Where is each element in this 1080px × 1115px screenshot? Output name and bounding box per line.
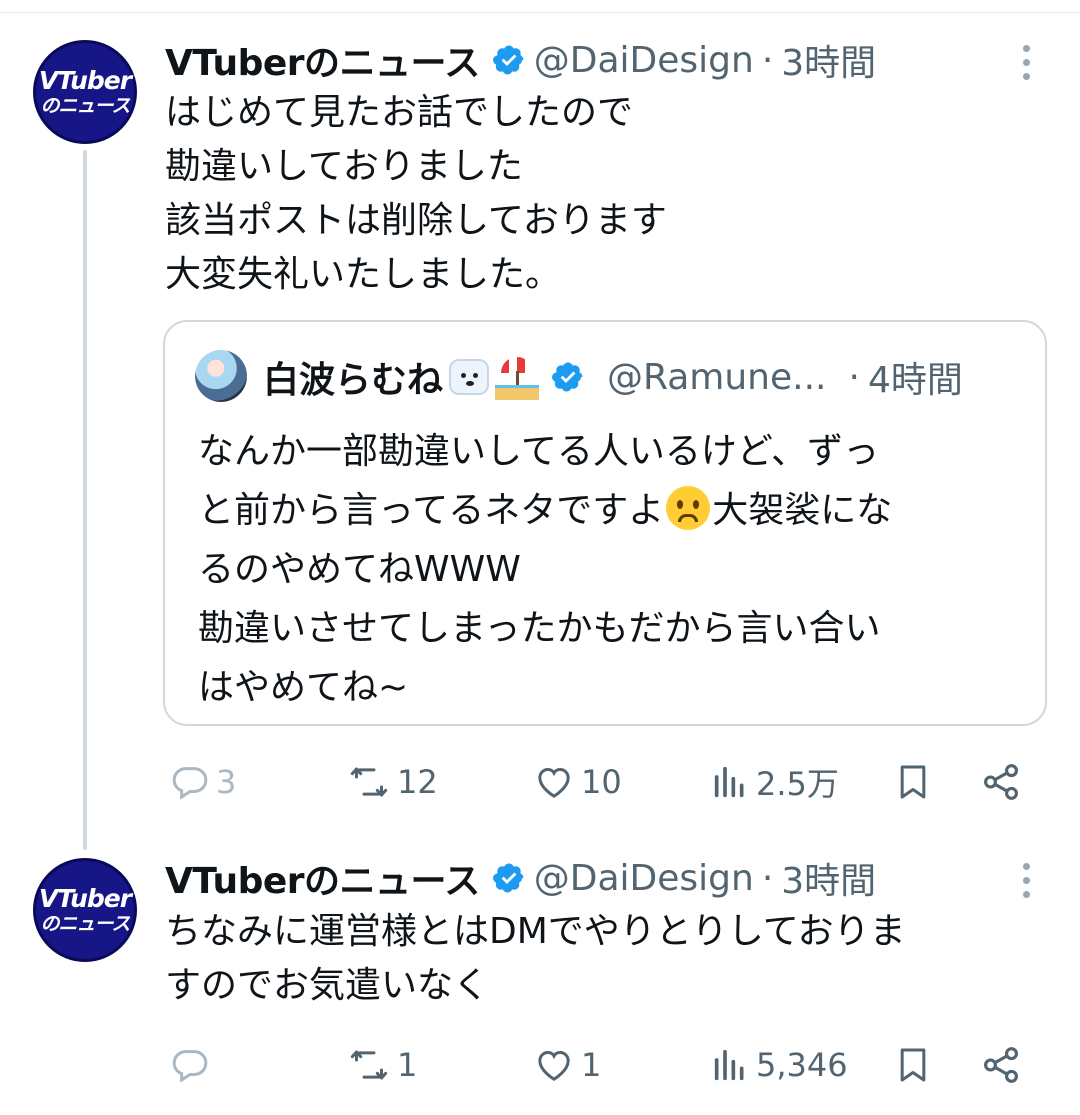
bookmark-icon bbox=[900, 1048, 926, 1082]
views-button[interactable]: 2.5万 bbox=[710, 754, 839, 810]
beach-umbrella-emoji-icon bbox=[495, 355, 540, 400]
avatar-text-line1: VTuber bbox=[38, 884, 132, 913]
heart-icon bbox=[538, 767, 570, 798]
repost-icon bbox=[350, 1050, 388, 1080]
verified-badge-icon bbox=[492, 45, 524, 75]
quoted-text-segment: と前から言ってるネタですよ bbox=[198, 490, 665, 531]
avatar-text-line1: VTuber bbox=[38, 66, 132, 95]
repost-button[interactable]: 1 bbox=[347, 1037, 417, 1093]
more-options-icon[interactable] bbox=[1020, 863, 1032, 898]
more-options-icon[interactable] bbox=[1020, 45, 1032, 80]
quoted-text-line: るのやめてねWWW bbox=[198, 549, 521, 590]
thread-connector-line bbox=[83, 150, 87, 850]
verified-badge-icon bbox=[552, 362, 583, 392]
reply-icon bbox=[172, 767, 208, 800]
quoted-text-line: 勘違いさせてしまったかもだから言い合い bbox=[198, 608, 881, 649]
avatar-text-line2: のニュース bbox=[40, 913, 130, 935]
post-time[interactable]: 3時間 bbox=[781, 852, 876, 904]
quoted-text: なんか一部勘違いしてる人いるけど、ずっ と前から言ってるネタですよ 大袈裟にな る… bbox=[198, 422, 1018, 717]
repost-button[interactable]: 12 bbox=[347, 754, 438, 810]
quoted-avatar[interactable] bbox=[195, 350, 247, 402]
top-divider bbox=[0, 12, 1080, 13]
post-text-line: すのでお気遣いなく bbox=[165, 965, 490, 1006]
quoted-author-name: 白波らむね bbox=[263, 360, 444, 401]
post-text-line: はじめて見たお話でしたので bbox=[165, 92, 634, 133]
reply-button[interactable] bbox=[170, 1037, 216, 1093]
quoted-text-line: はやめてね~ bbox=[198, 667, 409, 708]
repost-count: 12 bbox=[397, 763, 438, 801]
analytics-icon bbox=[714, 1049, 744, 1081]
quoted-text-segment: 大袈裟にな bbox=[712, 490, 893, 531]
analytics-icon bbox=[714, 766, 744, 798]
author-name[interactable]: VTuberのニュース bbox=[165, 34, 480, 86]
post-text: はじめて見たお話でしたので 勘違いしておりました 該当ポストは削除しております … bbox=[165, 86, 1045, 302]
separator-dot: · bbox=[848, 356, 860, 398]
share-icon bbox=[984, 1047, 1018, 1083]
share-button[interactable] bbox=[980, 754, 1022, 810]
quoted-text-line: と前から言ってるネタですよ 大袈裟にな bbox=[198, 481, 1018, 540]
bookmark-button[interactable] bbox=[893, 754, 933, 810]
view-count: 5,346 bbox=[756, 1046, 848, 1084]
verified-badge-icon bbox=[492, 863, 524, 893]
like-count: 10 bbox=[581, 763, 622, 801]
repost-count: 1 bbox=[397, 1046, 418, 1084]
post-text-line: ちなみに運営様とはDMでやりとりしておりま bbox=[165, 911, 906, 952]
share-button[interactable] bbox=[980, 1037, 1022, 1093]
polar-bear-emoji-icon bbox=[449, 359, 490, 395]
reply-icon bbox=[172, 1050, 208, 1083]
reply-count: 3 bbox=[216, 763, 237, 801]
share-icon bbox=[984, 764, 1018, 800]
author-handle[interactable]: @DaiDesign bbox=[534, 858, 754, 899]
action-bar: 1 1 5,346 bbox=[165, 1037, 1035, 1093]
quoted-handle: @Ramune... bbox=[607, 356, 827, 398]
post-text-line: 勘違いしておりました bbox=[165, 146, 523, 187]
post-time[interactable]: 3時間 bbox=[781, 34, 876, 86]
avatar-text-line2: のニュース bbox=[40, 95, 130, 117]
bookmark-button[interactable] bbox=[893, 1037, 933, 1093]
post-header: VTuberのニュース @DaiDesign · 3時間 bbox=[165, 35, 876, 85]
action-bar: 3 12 10 2.5万 bbox=[165, 754, 1035, 810]
avatar[interactable]: VTuber のニュース bbox=[33, 40, 137, 144]
repost-icon bbox=[350, 767, 388, 797]
quoted-text-line: なんか一部勘違いしてる人いるけど、ずっ bbox=[198, 431, 880, 472]
quoted-post[interactable]: 白波らむね @Ramune... · 4時間 なんか一部勘違いしてる人いるけど、… bbox=[163, 320, 1047, 726]
author-name[interactable]: VTuberのニュース bbox=[165, 852, 480, 904]
post-header: VTuberのニュース @DaiDesign · 3時間 bbox=[165, 853, 876, 903]
separator-dot: · bbox=[761, 857, 774, 899]
quoted-time: 4時間 bbox=[867, 360, 963, 401]
quoted-header: 白波らむね @Ramune... · 4時間 bbox=[263, 352, 963, 402]
like-button[interactable]: 1 bbox=[533, 1037, 601, 1093]
views-button[interactable]: 5,346 bbox=[710, 1037, 848, 1093]
reply-button[interactable]: 3 bbox=[170, 754, 236, 810]
like-button[interactable]: 10 bbox=[533, 754, 622, 810]
author-handle[interactable]: @DaiDesign bbox=[534, 40, 754, 81]
avatar[interactable]: VTuber のニュース bbox=[33, 858, 137, 962]
view-count: 2.5万 bbox=[756, 765, 839, 803]
post-text-line: 該当ポストは削除しております bbox=[165, 200, 667, 241]
post-text: ちなみに運営様とはDMでやりとりしておりま すのでお気遣いなく bbox=[165, 905, 1045, 1013]
like-count: 1 bbox=[581, 1046, 602, 1084]
post-text-line: 大変失礼いたしました。 bbox=[165, 254, 562, 295]
separator-dot: · bbox=[761, 39, 774, 81]
bookmark-icon bbox=[900, 765, 926, 799]
heart-icon bbox=[538, 1050, 570, 1081]
worried-face-emoji-icon bbox=[666, 486, 711, 530]
